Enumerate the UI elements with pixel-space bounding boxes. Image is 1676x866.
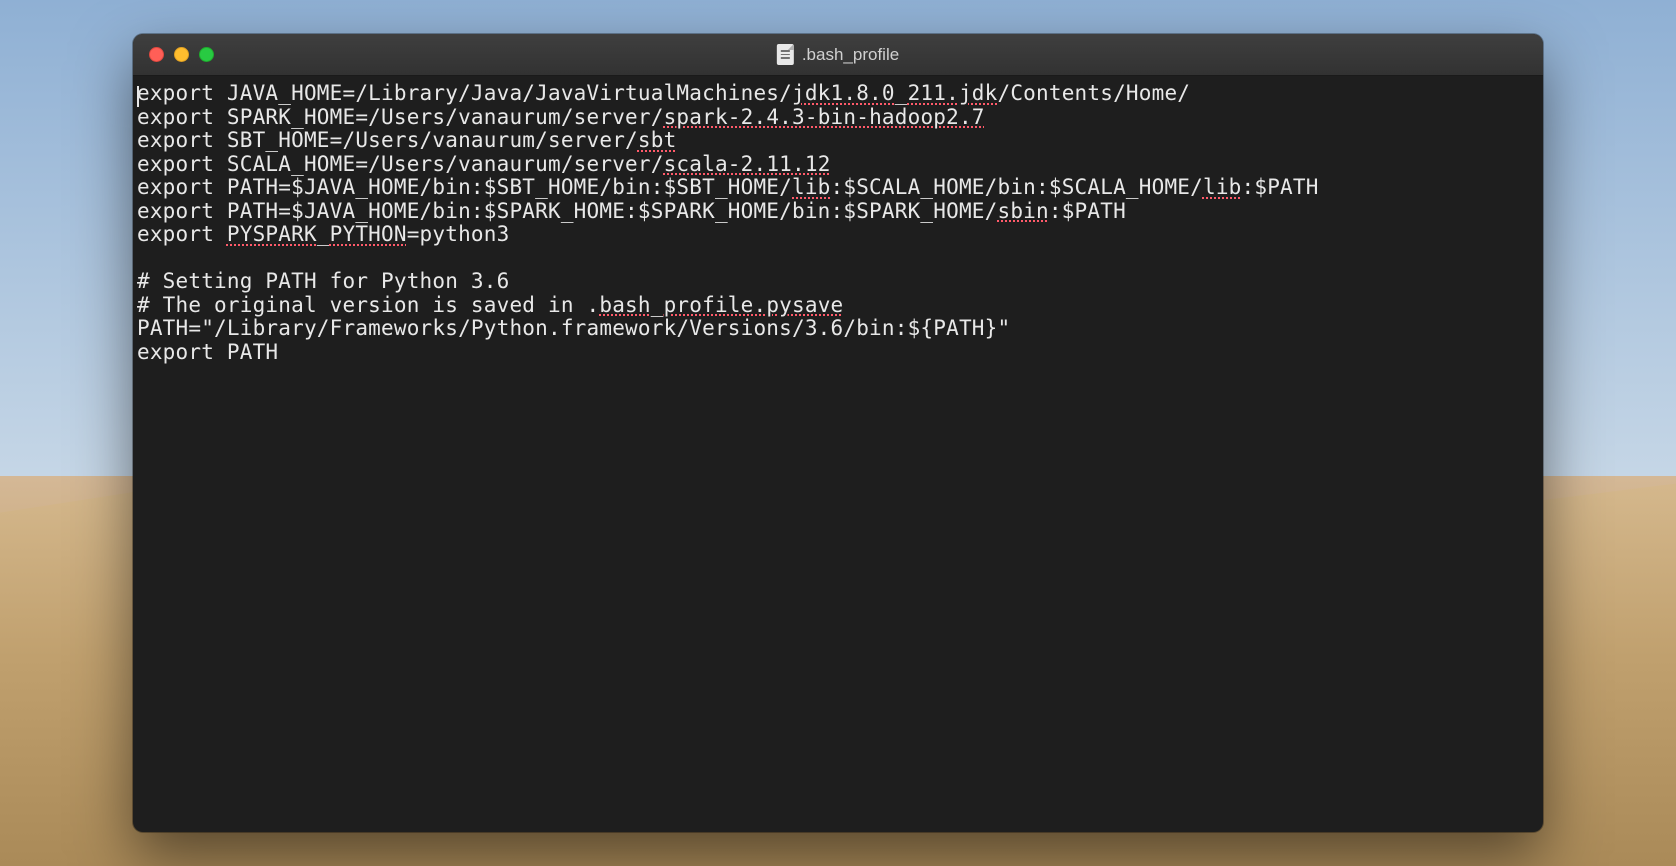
maximize-button[interactable] [199, 47, 214, 62]
code-text: export [137, 222, 227, 246]
code-text: _ [651, 293, 664, 317]
document-icon [777, 44, 794, 65]
text-cursor [137, 86, 139, 107]
spellcheck-underline: spark-2.4.3-bin-hadoop2.7 [664, 105, 985, 129]
code-line: # Setting PATH for Python 3.6 [137, 270, 1539, 294]
spellcheck-underline: bash [599, 293, 650, 317]
code-text: :$SCALA_HOME/bin:$SCALA_HOME/ [831, 175, 1203, 199]
code-text: _ [895, 81, 908, 105]
code-text: # The original version is saved in . [137, 293, 599, 317]
close-button[interactable] [149, 47, 164, 62]
code-line: export SCALA_HOME=/Users/vanaurum/server… [137, 153, 1539, 177]
code-text: :$PATH [1049, 199, 1126, 223]
window-title: .bash_profile [802, 45, 899, 65]
window-title-group: .bash_profile [777, 44, 899, 65]
code-line: # The original version is saved in .bash… [137, 294, 1539, 318]
editor-window: .bash_profile export JAVA_HOME=/Library/… [133, 34, 1543, 832]
code-line: PATH="/Library/Frameworks/Python.framewo… [137, 317, 1539, 341]
code-text: _ [317, 222, 330, 246]
code-text: export PATH [137, 340, 278, 364]
spellcheck-underline: 211.jdk [908, 81, 998, 105]
minimize-button[interactable] [174, 47, 189, 62]
code-text: PATH="/Library/Frameworks/Python.framewo… [137, 316, 1010, 340]
spellcheck-underline: jdk1.8.0 [792, 81, 895, 105]
code-text: export SPARK_HOME=/Users/vanaurum/server… [137, 105, 664, 129]
window-titlebar[interactable]: .bash_profile [133, 34, 1543, 76]
code-line: export PATH=$JAVA_HOME/bin:$SPARK_HOME:$… [137, 200, 1539, 224]
code-text: =python3 [407, 222, 510, 246]
spellcheck-underline: profile.pysave [664, 293, 844, 317]
traffic-lights [133, 47, 214, 62]
code-line [137, 247, 1539, 271]
code-line: export SPARK_HOME=/Users/vanaurum/server… [137, 106, 1539, 130]
code-text: :$PATH [1242, 175, 1319, 199]
code-text: /Contents/Home/ [998, 81, 1191, 105]
text-editor-area[interactable]: export JAVA_HOME=/Library/Java/JavaVirtu… [133, 76, 1543, 832]
spellcheck-underline: lib [1203, 175, 1242, 199]
code-text: export JAVA_HOME=/Library/Java/JavaVirtu… [137, 81, 792, 105]
code-line: export PATH=$JAVA_HOME/bin:$SBT_HOME/bin… [137, 176, 1539, 200]
code-line: export PYSPARK_PYTHON=python3 [137, 223, 1539, 247]
code-text: export PATH=$JAVA_HOME/bin:$SBT_HOME/bin… [137, 175, 792, 199]
code-text: # Setting PATH for Python 3.6 [137, 269, 509, 293]
spellcheck-underline: lib [792, 175, 831, 199]
spellcheck-underline: sbin [998, 199, 1049, 223]
code-text: export PATH=$JAVA_HOME/bin:$SPARK_HOME:$… [137, 199, 998, 223]
code-line: export JAVA_HOME=/Library/Java/JavaVirtu… [137, 82, 1539, 106]
spellcheck-underline: sbt [638, 128, 677, 152]
code-text: export SBT_HOME=/Users/vanaurum/server/ [137, 128, 638, 152]
code-line: export SBT_HOME=/Users/vanaurum/server/s… [137, 129, 1539, 153]
spellcheck-underline: PYTHON [330, 222, 407, 246]
code-text: export SCALA_HOME=/Users/vanaurum/server… [137, 152, 664, 176]
spellcheck-underline: scala-2.11.12 [664, 152, 831, 176]
code-line: export PATH [137, 341, 1539, 365]
spellcheck-underline: PYSPARK [227, 222, 317, 246]
